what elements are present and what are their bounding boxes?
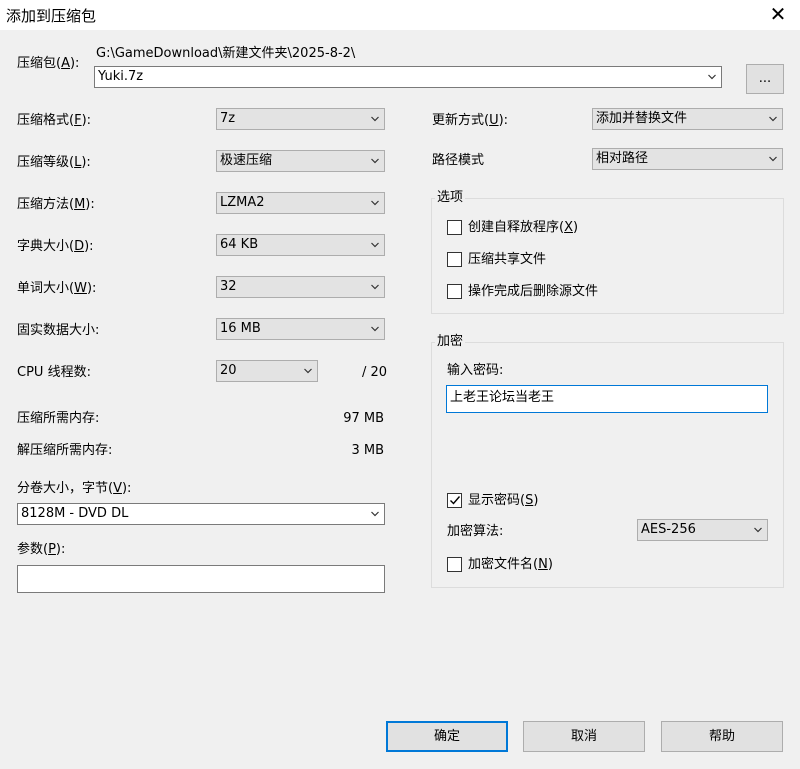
cancel-button[interactable]: 取消	[523, 721, 645, 752]
shared-checkbox[interactable]	[447, 252, 462, 267]
encryption-group-title: 加密	[435, 334, 466, 350]
mem-compress-value: 97 MB	[343, 411, 384, 426]
solid-select[interactable]: 16 MB	[216, 318, 385, 340]
archive-path: G:\GameDownload\新建文件夹\2025-8-2\	[96, 46, 356, 61]
volume-combo[interactable]: 8128M - DVD DL	[17, 503, 385, 525]
mem-compress-label: 压缩所需内存:	[17, 411, 100, 426]
close-button[interactable]: ✕	[768, 2, 788, 26]
show-password-checkbox[interactable]	[447, 493, 462, 508]
chevron-down-icon	[708, 74, 716, 80]
pathmode-label: 路径模式	[432, 153, 485, 168]
word-select[interactable]: 32	[216, 276, 385, 298]
threads-max: / 20	[362, 365, 388, 380]
enc-method-select[interactable]: AES-256	[637, 519, 768, 541]
shared-label: 压缩共享文件	[468, 252, 547, 267]
method-value: LZMA2	[220, 195, 265, 210]
method-select[interactable]: LZMA2	[216, 192, 385, 214]
checkmark-icon	[450, 496, 461, 505]
options-group-title: 选项	[435, 190, 466, 206]
sfx-checkbox[interactable]	[447, 220, 462, 235]
pathmode-select[interactable]: 相对路径	[592, 148, 783, 170]
title-bar	[0, 0, 800, 30]
word-label: 单词大小(W):	[17, 281, 97, 296]
volume-label: 分卷大小，字节(V):	[17, 481, 132, 496]
chevron-down-icon	[371, 116, 379, 122]
dict-select[interactable]: 64 KB	[216, 234, 385, 256]
chevron-down-icon	[371, 284, 379, 290]
chevron-down-icon	[769, 116, 777, 122]
params-input[interactable]	[17, 565, 385, 593]
archive-filename-value: Yuki.7z	[98, 69, 144, 84]
chevron-down-icon	[304, 368, 312, 374]
password-label: 输入密码:	[447, 363, 504, 378]
level-select[interactable]: 极速压缩	[216, 150, 385, 172]
enc-method-value: AES-256	[641, 522, 696, 537]
solid-label: 固实数据大小:	[17, 323, 100, 338]
chevron-down-icon	[754, 527, 762, 533]
browse-button[interactable]: ...	[746, 64, 784, 94]
chevron-down-icon	[371, 242, 379, 248]
chevron-down-icon	[371, 158, 379, 164]
mem-decompress-value: 3 MB	[351, 443, 384, 458]
format-select[interactable]: 7z	[216, 108, 385, 130]
pathmode-value: 相对路径	[596, 151, 649, 166]
sfx-label: 创建自释放程序(X)	[468, 220, 579, 235]
help-button[interactable]: 帮助	[661, 721, 783, 752]
method-label: 压缩方法(M):	[17, 197, 95, 212]
update-select[interactable]: 添加并替换文件	[592, 108, 783, 130]
dict-label: 字典大小(D):	[17, 239, 94, 254]
ok-button[interactable]: 确定	[386, 721, 508, 752]
chevron-down-icon	[371, 326, 379, 332]
level-label: 压缩等级(L):	[17, 155, 91, 170]
enc-method-label: 加密算法:	[447, 524, 504, 539]
mem-decompress-label: 解压缩所需内存:	[17, 443, 113, 458]
delete-source-checkbox[interactable]	[447, 284, 462, 299]
volume-value: 8128M - DVD DL	[21, 506, 129, 521]
password-value: 上老王论坛当老王	[450, 390, 555, 405]
show-password-label: 显示密码(S)	[468, 493, 539, 508]
threads-label: CPU 线程数:	[17, 365, 91, 380]
password-input[interactable]: 上老王论坛当老王	[446, 385, 768, 413]
dict-value: 64 KB	[220, 237, 259, 252]
chevron-down-icon	[371, 511, 379, 517]
solid-value: 16 MB	[220, 321, 261, 336]
update-label: 更新方式(U):	[432, 113, 509, 128]
window-title: 添加到压缩包	[6, 7, 97, 25]
level-value: 极速压缩	[220, 153, 273, 168]
threads-value: 20	[220, 363, 237, 378]
archive-label: 压缩包(A):	[17, 56, 80, 71]
encrypt-names-checkbox[interactable]	[447, 557, 462, 572]
encrypt-names-label: 加密文件名(N)	[468, 557, 553, 572]
archive-filename-combo[interactable]: Yuki.7z	[94, 66, 722, 88]
delete-source-label: 操作完成后删除源文件	[468, 284, 599, 299]
format-label: 压缩格式(F):	[17, 113, 92, 128]
update-value: 添加并替换文件	[596, 111, 688, 126]
params-label: 参数(P):	[17, 542, 66, 557]
format-value: 7z	[220, 111, 236, 126]
word-value: 32	[220, 279, 237, 294]
chevron-down-icon	[371, 200, 379, 206]
chevron-down-icon	[769, 156, 777, 162]
threads-select[interactable]: 20	[216, 360, 318, 382]
